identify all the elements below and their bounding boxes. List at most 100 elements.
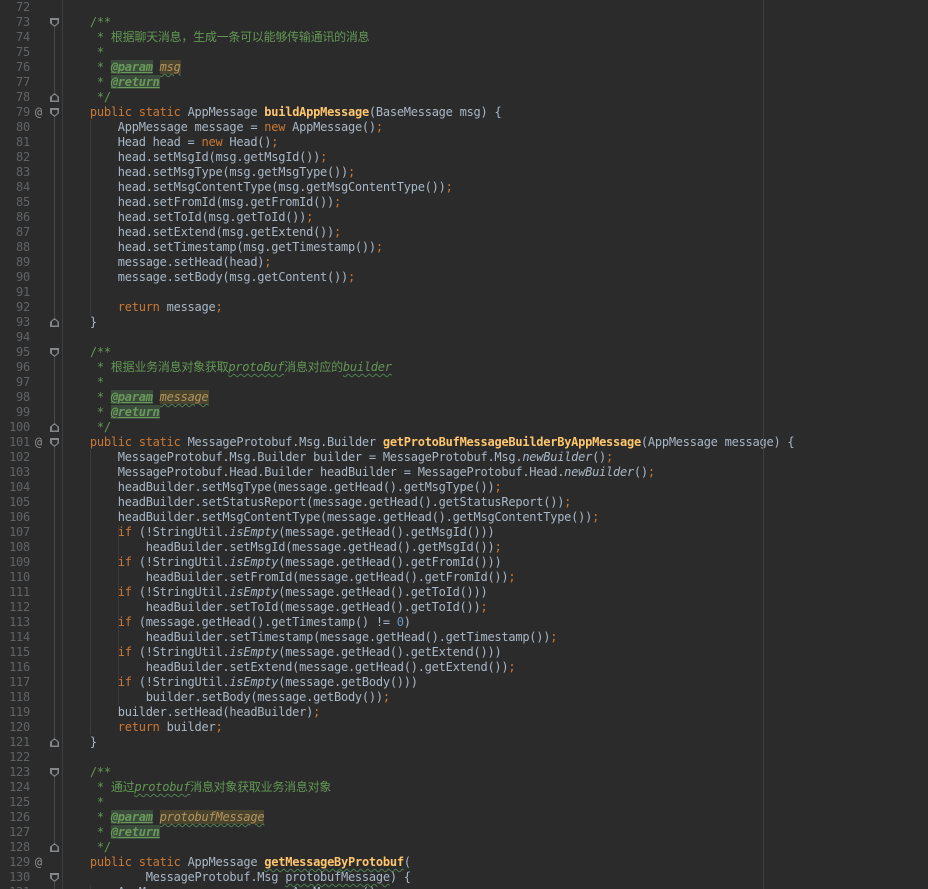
code-text[interactable]: /** — [62, 15, 111, 30]
code-text[interactable]: * @return — [62, 825, 160, 840]
code-line[interactable]: 116 headBuilder.setExtend(message.getHea… — [0, 660, 928, 675]
code-text[interactable]: * @return — [62, 405, 160, 420]
fold-collapse-marker[interactable] — [47, 15, 62, 30]
code-line[interactable]: 129@ public static AppMessage getMessage… — [0, 855, 928, 870]
fold-arrow-down-icon[interactable] — [50, 108, 59, 117]
code-line[interactable]: 76 * @param msg — [0, 60, 928, 75]
code-text[interactable]: if (!StringUtil.isEmpty(message.getHead(… — [62, 525, 494, 540]
code-line[interactable]: 98 * @param message — [0, 390, 928, 405]
code-line[interactable]: 84 head.setMsgContentType(msg.getMsgCont… — [0, 180, 928, 195]
code-line[interactable]: 96 * 根据业务消息对象获取protoBuf消息对应的builder — [0, 360, 928, 375]
code-text[interactable]: headBuilder.setFromId(message.getHead().… — [62, 570, 515, 585]
code-text[interactable]: * @return — [62, 75, 160, 90]
code-line[interactable]: 128 */ — [0, 840, 928, 855]
code-text[interactable]: head.setTimestamp(msg.getTimestamp()); — [62, 240, 383, 255]
code-text[interactable]: headBuilder.setMsgId(message.getHead().g… — [62, 540, 501, 555]
code-line[interactable]: 105 headBuilder.setStatusReport(message.… — [0, 495, 928, 510]
fold-end-marker[interactable] — [47, 840, 62, 855]
code-line[interactable]: 83 head.setMsgType(msg.getMsgType()); — [0, 165, 928, 180]
code-text[interactable]: headBuilder.setStatusReport(message.getH… — [62, 495, 571, 510]
fold-end-marker[interactable] — [47, 90, 62, 105]
code-text[interactable]: MessageProtobuf.Msg protobufMessage) { — [62, 870, 411, 885]
code-text[interactable]: public static AppMessage getMessageByPro… — [62, 855, 411, 870]
code-line[interactable]: 131 AppMessage message = new AppMessage(… — [0, 885, 928, 889]
code-line[interactable]: 126 * @param protobufMessage — [0, 810, 928, 825]
code-line[interactable]: 79@ public static AppMessage buildAppMes… — [0, 105, 928, 120]
code-line[interactable]: 81 Head head = new Head(); — [0, 135, 928, 150]
code-line[interactable]: 123 /** — [0, 765, 928, 780]
code-line[interactable]: 94 — [0, 330, 928, 345]
fold-end-marker[interactable] — [47, 420, 62, 435]
fold-collapse-marker[interactable] — [47, 435, 62, 450]
code-line[interactable]: 95 /** — [0, 345, 928, 360]
fold-end-marker[interactable] — [47, 315, 62, 330]
code-line[interactable]: 85 head.setFromId(msg.getFromId()); — [0, 195, 928, 210]
code-text[interactable]: head.setMsgContentType(msg.getMsgContent… — [62, 180, 453, 195]
code-line[interactable]: 77 * @return — [0, 75, 928, 90]
code-text[interactable]: headBuilder.setMsgType(message.getHead()… — [62, 480, 501, 495]
fold-arrow-down-icon[interactable] — [50, 438, 59, 447]
code-line[interactable]: 103 MessageProtobuf.Head.Builder headBui… — [0, 465, 928, 480]
code-text[interactable]: Head head = new Head(); — [62, 135, 278, 150]
code-line[interactable]: 125 * — [0, 795, 928, 810]
code-text[interactable]: AppMessage message = new AppMessage(); — [62, 885, 383, 889]
code-text[interactable]: head.setMsgType(msg.getMsgType()); — [62, 165, 355, 180]
code-text[interactable]: if (!StringUtil.isEmpty(message.getBody(… — [62, 675, 418, 690]
code-text[interactable]: */ — [62, 840, 111, 855]
fold-end-marker[interactable] — [47, 735, 62, 750]
code-line[interactable]: 101@ public static MessageProtobuf.Msg.B… — [0, 435, 928, 450]
code-text[interactable]: * @param msg — [62, 60, 181, 75]
code-text[interactable]: head.setFromId(msg.getFromId()); — [62, 195, 341, 210]
code-text[interactable]: * @param protobufMessage — [62, 810, 264, 825]
code-line[interactable]: 124 * 通过protobuf消息对象获取业务消息对象 — [0, 780, 928, 795]
code-line[interactable]: 74 * 根据聊天消息，生成一条可以能够传输通讯的消息 — [0, 30, 928, 45]
code-line[interactable]: 91 — [0, 285, 928, 300]
code-line[interactable]: 108 headBuilder.setMsgId(message.getHead… — [0, 540, 928, 555]
code-line[interactable]: 107 if (!StringUtil.isEmpty(message.getH… — [0, 525, 928, 540]
fold-arrow-up-icon[interactable] — [50, 93, 59, 102]
code-text[interactable]: */ — [62, 420, 111, 435]
code-text[interactable]: * 根据业务消息对象获取protoBuf消息对应的builder — [62, 360, 392, 375]
code-text[interactable]: head.setToId(msg.getToId()); — [62, 210, 313, 225]
fold-collapse-marker[interactable] — [47, 765, 62, 780]
code-text[interactable]: return builder; — [62, 720, 222, 735]
code-line[interactable]: 106 headBuilder.setMsgContentType(messag… — [0, 510, 928, 525]
code-text[interactable]: * 通过protobuf消息对象获取业务消息对象 — [62, 780, 331, 795]
code-text[interactable]: head.setExtend(msg.getExtend()); — [62, 225, 341, 240]
code-line[interactable]: 99 * @return — [0, 405, 928, 420]
code-line[interactable]: 120 return builder; — [0, 720, 928, 735]
code-line[interactable]: 72 — [0, 0, 928, 15]
fold-arrow-down-icon[interactable] — [50, 768, 59, 777]
code-line[interactable]: 97 * — [0, 375, 928, 390]
code-text[interactable]: /** — [62, 345, 111, 360]
code-line[interactable]: 88 head.setTimestamp(msg.getTimestamp())… — [0, 240, 928, 255]
code-line[interactable]: 119 builder.setHead(headBuilder); — [0, 705, 928, 720]
code-line[interactable]: 75 * — [0, 45, 928, 60]
code-line[interactable]: 78 */ — [0, 90, 928, 105]
code-line[interactable]: 122 — [0, 750, 928, 765]
code-text[interactable]: headBuilder.setTimestamp(message.getHead… — [62, 630, 557, 645]
fold-collapse-marker[interactable] — [47, 105, 62, 120]
code-line[interactable]: 109 if (!StringUtil.isEmpty(message.getH… — [0, 555, 928, 570]
code-line[interactable]: 73 /** — [0, 15, 928, 30]
code-line[interactable]: 80 AppMessage message = new AppMessage()… — [0, 120, 928, 135]
code-text[interactable]: * — [62, 795, 104, 810]
code-text[interactable]: MessageProtobuf.Head.Builder headBuilder… — [62, 465, 655, 480]
code-text[interactable]: headBuilder.setMsgContentType(message.ge… — [62, 510, 599, 525]
code-line[interactable]: 117 if (!StringUtil.isEmpty(message.getB… — [0, 675, 928, 690]
code-text[interactable]: AppMessage message = new AppMessage(); — [62, 120, 383, 135]
code-line[interactable]: 86 head.setToId(msg.getToId()); — [0, 210, 928, 225]
code-line[interactable]: 114 headBuilder.setTimestamp(message.get… — [0, 630, 928, 645]
code-line[interactable]: 92 return message; — [0, 300, 928, 315]
code-text[interactable]: headBuilder.setExtend(message.getHead().… — [62, 660, 515, 675]
code-text[interactable]: message.setBody(msg.getContent()); — [62, 270, 355, 285]
code-text[interactable]: message.setHead(head); — [62, 255, 271, 270]
code-text[interactable]: if (!StringUtil.isEmpty(message.getHead(… — [62, 645, 501, 660]
code-line[interactable]: 102 MessageProtobuf.Msg.Builder builder … — [0, 450, 928, 465]
code-line[interactable]: 87 head.setExtend(msg.getExtend()); — [0, 225, 928, 240]
code-line[interactable]: 118 builder.setBody(message.getBody()); — [0, 690, 928, 705]
code-line[interactable]: 82 head.setMsgId(msg.getMsgId()); — [0, 150, 928, 165]
code-text[interactable]: if (!StringUtil.isEmpty(message.getHead(… — [62, 585, 487, 600]
code-text[interactable]: headBuilder.setToId(message.getHead().ge… — [62, 600, 487, 615]
code-text[interactable]: /** — [62, 765, 111, 780]
